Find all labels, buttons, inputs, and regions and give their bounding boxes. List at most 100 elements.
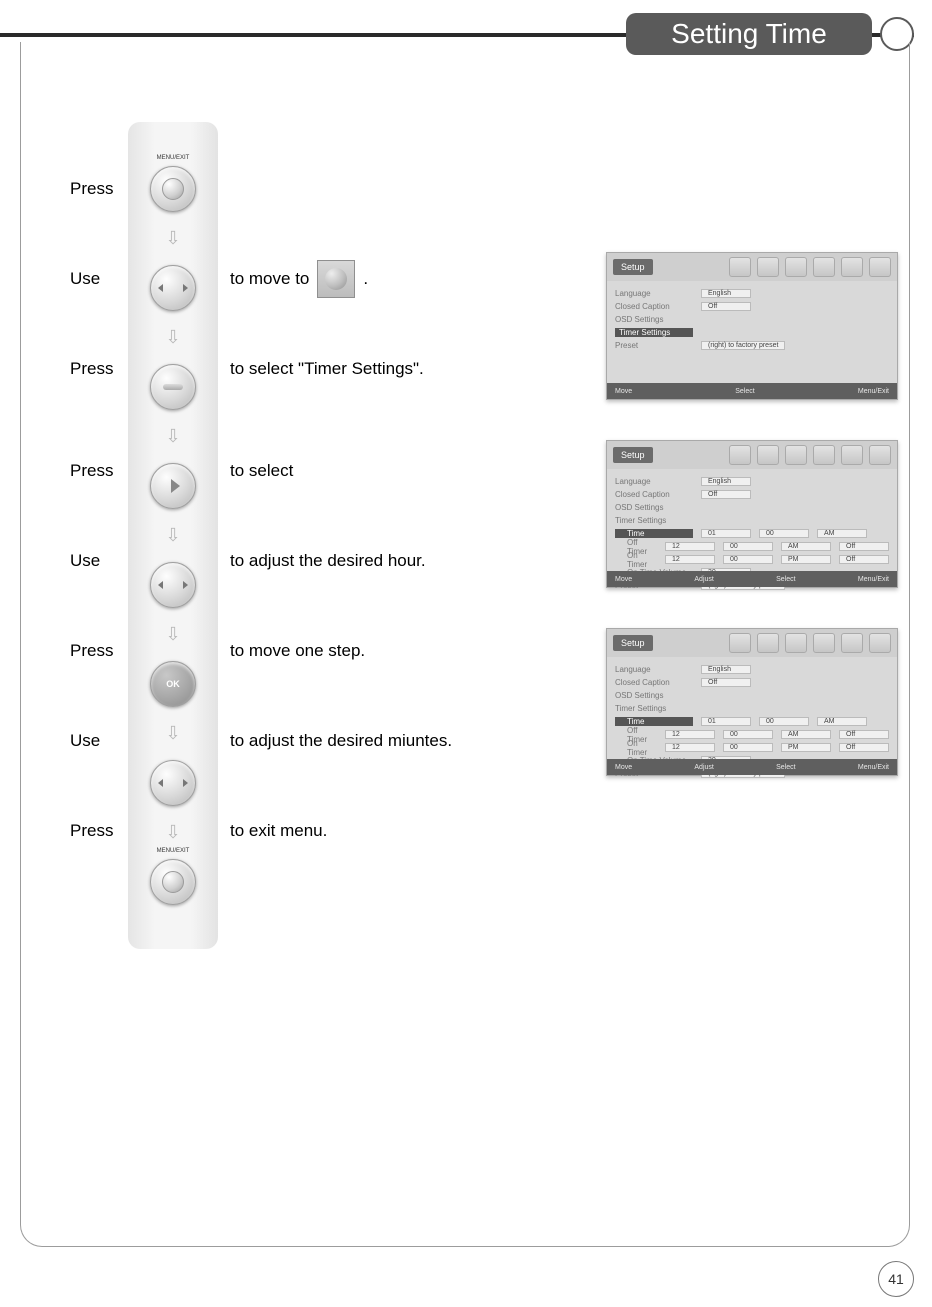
osd-footer-select: Select [735,388,754,395]
osd-label: Preset [615,341,693,350]
osd-tab-icon [785,445,807,465]
osd-topbar: Setup [607,629,897,657]
osd-row: LanguageEnglish [615,475,889,488]
osd-setup-badge: Setup [613,259,653,275]
osd-label: Closed Caption [615,302,693,311]
osd-label: On Timer [615,551,657,569]
osd-value: English [701,665,751,674]
instruction-row-2: Use to move to . [70,234,368,324]
clock-icon [325,268,347,290]
instruction-pre: Press [70,461,130,481]
osd-value: Off [839,555,889,564]
osd-value: 00 [759,717,809,726]
instruction-row-6: Press to move one step. [70,606,365,696]
osd-value: 01 [701,717,751,726]
osd-topbar: Setup [607,253,897,281]
page-number: 41 [878,1261,914,1297]
osd-value: Off [839,730,889,739]
osd-value: Off [701,490,751,499]
osd-tab-icon [813,445,835,465]
osd-tab-icon [785,257,807,277]
osd-footer-menuexit: Menu/Exit [858,388,889,395]
osd-value: PM [781,555,831,564]
osd-tab-icon [813,633,835,653]
osd-footer-select: Select [776,764,795,771]
osd-tab-icon [757,445,779,465]
osd-footer: Move Adjust Select Menu/Exit [607,759,897,775]
osd-setup-badge: Setup [613,635,653,651]
setup-target-icon [317,260,355,298]
osd-body: LanguageEnglish Closed CaptionOff OSD Se… [607,281,897,354]
osd-topbar: Setup [607,441,897,469]
osd-value: English [701,289,751,298]
instruction-row-3: Press to select "Timer Settings". [70,324,424,414]
instruction-pre: Use [70,269,130,289]
instruction-post: to select [230,461,293,481]
instruction-row-4: Press to select [70,426,293,516]
osd-label: Language [615,289,693,298]
osd-tab-icon [757,257,779,277]
osd-label: Language [615,665,693,674]
osd-row: OSD Settings [615,501,889,514]
osd-screenshot-3: Setup LanguageEnglish Closed CaptionOff … [606,628,898,776]
osd-footer: Move Adjust Select Menu/Exit [607,571,897,587]
osd-tab-icon [813,257,835,277]
osd-label: On Timer [615,739,657,757]
osd-row-selected: Timer Settings [615,326,889,339]
osd-value: PM [781,743,831,752]
osd-label: Timer Settings [615,704,693,713]
osd-tab-icon [729,633,751,653]
osd-row: Preset (right) to factory preset [615,339,889,352]
osd-value: 12 [665,730,715,739]
osd-value: (right) to factory preset [701,341,785,350]
osd-row: On Timer 12 00 PM Off [615,741,889,754]
osd-row: Timer Settings [615,514,889,527]
menu-exit-label: MENU/EXIT [157,155,190,161]
osd-value: 00 [723,542,773,551]
instruction-post: to move one step. [230,641,365,661]
osd-value: Off [701,302,751,311]
osd-footer: Move Select Menu/Exit [607,383,897,399]
instruction-post-a: to move to [230,269,309,289]
instruction-pre: Press [70,359,130,379]
osd-value: Off [839,743,889,752]
osd-footer-menuexit: Menu/Exit [858,764,889,771]
instruction-row-8: Press to exit menu. [70,786,327,876]
osd-label: Language [615,477,693,486]
instruction-pre: Use [70,551,130,571]
osd-footer-move: Move [615,576,632,583]
osd-footer-adjust: Adjust [694,576,713,583]
osd-row: Closed CaptionOff [615,488,889,501]
osd-setup-badge: Setup [613,447,653,463]
button-ball-icon [162,178,184,200]
osd-row: On Timer 12 00 PM Off [615,553,889,566]
osd-label: Closed Caption [615,678,693,687]
osd-footer-menuexit: Menu/Exit [858,576,889,583]
instruction-row-5: Use to adjust the desired hour. [70,516,426,606]
instruction-row-1: Press [70,144,130,234]
osd-tab-icon [757,633,779,653]
step-button-1: MENU/EXIT [128,144,218,234]
osd-tab-icon [869,633,891,653]
osd-screenshot-2: Setup LanguageEnglish Closed CaptionOff … [606,440,898,588]
instruction-post-b: . [363,269,368,289]
osd-value: 01 [701,529,751,538]
osd-footer-adjust: Adjust [694,764,713,771]
page-number-text: 41 [888,1271,904,1287]
osd-label: OSD Settings [615,691,693,700]
osd-value: 12 [665,743,715,752]
menu-exit-button-icon: MENU/EXIT [150,166,196,212]
instruction-pre: Press [70,821,130,841]
osd-tab-icon [785,633,807,653]
instruction-post: to adjust the desired miuntes. [230,731,452,751]
osd-value: AM [817,717,867,726]
osd-value: 00 [723,743,773,752]
osd-tab-icon [729,445,751,465]
instruction-pre: Press [70,641,130,661]
osd-value: 00 [723,730,773,739]
osd-tab-icon [869,257,891,277]
osd-tab-icon [841,445,863,465]
osd-footer-move: Move [615,764,632,771]
osd-value: 00 [723,555,773,564]
osd-row: Closed Caption Off [615,300,889,313]
